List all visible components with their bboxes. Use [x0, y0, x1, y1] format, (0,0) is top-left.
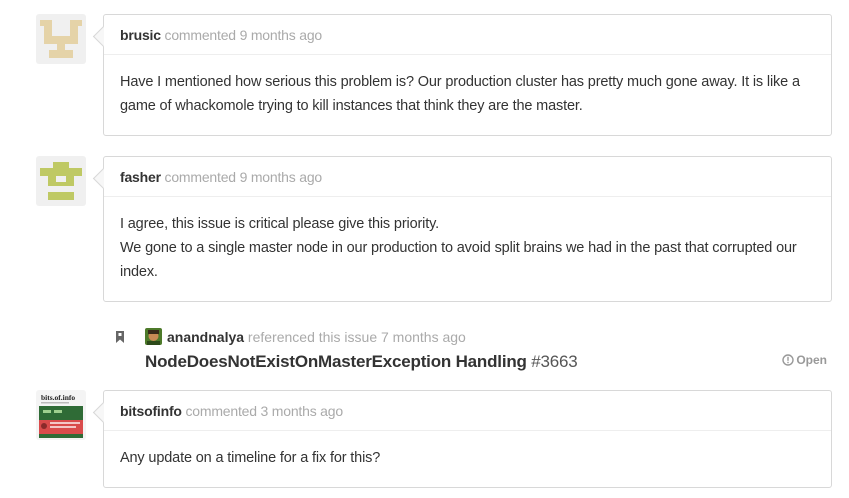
comment-timestamp[interactable]: commented 9 months ago — [165, 169, 323, 185]
comment-author[interactable]: bitsofinfo — [120, 403, 182, 419]
comment-header: fasher commented 9 months ago — [104, 157, 831, 197]
comment-paragraph: Have I mentioned how serious this proble… — [120, 74, 800, 114]
bitsofinfo-logo-text: bits.of.info — [41, 393, 75, 402]
comment-paragraph: We gone to a single master node in our p… — [120, 240, 797, 280]
avatar-anandnalya[interactable] — [145, 328, 162, 345]
reference-issue[interactable]: NodeDoesNotExistOnMasterException Handli… — [145, 351, 578, 373]
comment-timestamp[interactable]: commented 3 months ago — [185, 403, 343, 419]
bitsofinfo-avatar-image: bits.of.info — [36, 390, 86, 440]
comment-brusic: brusic commented 9 months ago Have I men… — [103, 14, 832, 136]
comment-fasher: fasher commented 9 months ago I agree, t… — [103, 156, 832, 302]
bookmark-icon — [115, 330, 125, 344]
comment-body: Have I mentioned how serious this proble… — [104, 55, 831, 134]
issue-state-label: Open — [796, 353, 827, 367]
avatar-bitsofinfo[interactable]: bits.of.info — [36, 390, 86, 440]
comment-bitsofinfo: bitsofinfo commented 3 months ago Any up… — [103, 390, 832, 488]
reference-meta: referenced this issue 7 months ago — [247, 329, 466, 345]
identicon-fasher — [36, 156, 86, 206]
issue-reference-event: anandnalya referenced this issue 7 month… — [103, 322, 832, 378]
reference-issue-number[interactable]: #3663 — [531, 352, 577, 371]
comment-paragraph: Any update on a timeline for a fix for t… — [120, 450, 381, 466]
reference-line: anandnalya referenced this issue 7 month… — [167, 329, 466, 346]
avatar-brusic[interactable] — [36, 14, 86, 64]
issue-opened-icon — [782, 354, 795, 366]
comment-header: bitsofinfo commented 3 months ago — [104, 391, 831, 431]
comment-header: brusic commented 9 months ago — [104, 15, 831, 55]
comment-paragraph: I agree, this issue is critical please g… — [120, 216, 440, 232]
avatar-fasher[interactable] — [36, 156, 86, 206]
comment-author[interactable]: brusic — [120, 27, 161, 43]
comment-timestamp[interactable]: commented 9 months ago — [165, 27, 323, 43]
identicon-brusic — [36, 14, 86, 64]
comment-author[interactable]: fasher — [120, 169, 161, 185]
reference-author[interactable]: anandnalya — [167, 329, 244, 345]
comment-body: I agree, this issue is critical please g… — [104, 197, 831, 300]
reference-issue-title[interactable]: NodeDoesNotExistOnMasterException Handli… — [145, 352, 527, 371]
comment-body: Any update on a timeline for a fix for t… — [104, 431, 831, 486]
issue-state-badge: Open — [782, 352, 827, 368]
